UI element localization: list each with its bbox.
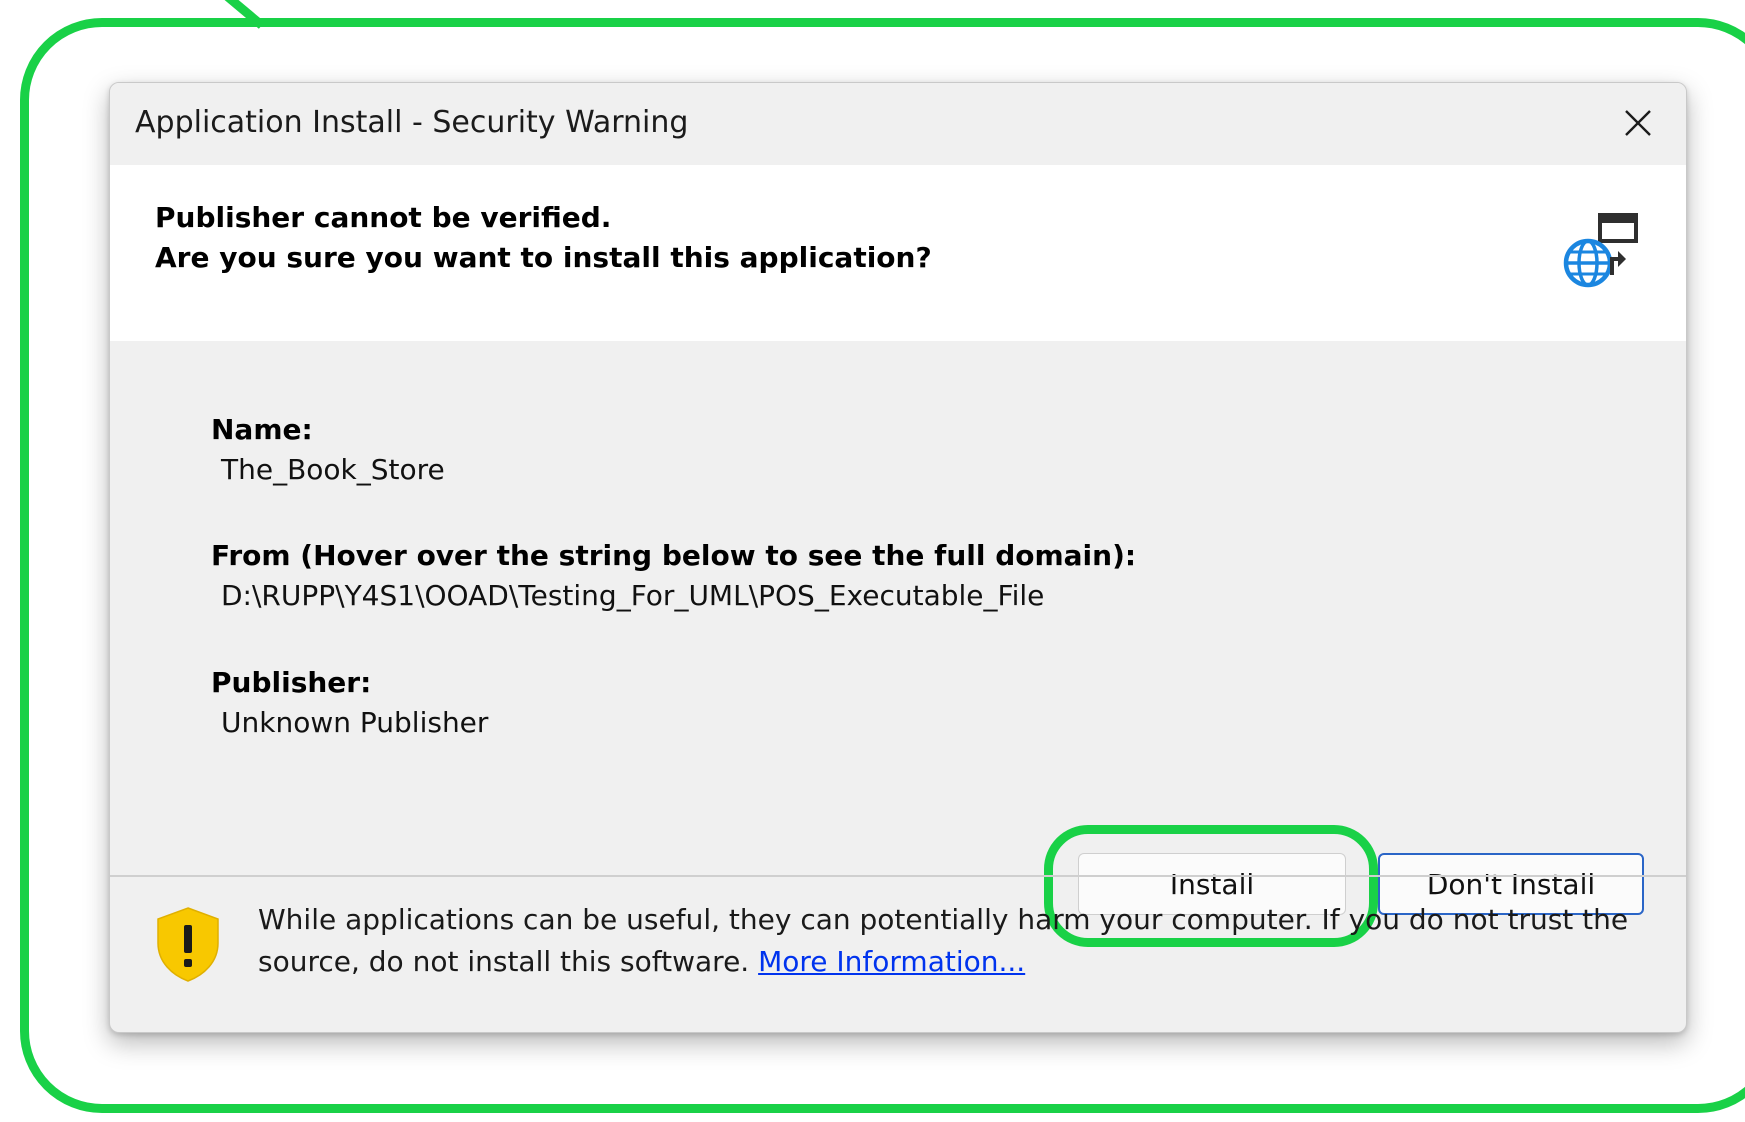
name-label: Name: [211,413,313,446]
warning-headline: Publisher cannot be verified. [155,201,612,234]
security-warning-dialog: Application Install - Security Warning P… [109,82,1687,1033]
from-value[interactable]: D:\RUPP\Y4S1\OOAD\Testing_For_UML\POS_Ex… [221,579,1044,612]
publisher-label: Publisher: [211,666,372,699]
footer-warning: While applications can be useful, they c… [258,899,1648,983]
from-label: From (Hover over the string below to see… [211,539,1137,572]
dialog-title: Application Install - Security Warning [135,105,689,140]
details-panel: Name: The_Book_Store From (Hover over th… [110,341,1686,947]
title-bar[interactable]: Application Install - Security Warning [110,83,1686,165]
close-icon [1625,110,1651,136]
publisher-value: Unknown Publisher [221,706,489,739]
shield-warning-icon [154,905,222,983]
name-value: The_Book_Store [221,453,445,486]
footer-panel: While applications can be useful, they c… [110,877,1686,1032]
install-question: Are you sure you want to install this ap… [155,241,932,274]
more-information-link[interactable]: More Information... [758,945,1025,978]
close-button[interactable] [1608,93,1668,153]
globe-install-icon [1560,209,1644,293]
header-panel: Publisher cannot be verified. Are you su… [110,165,1686,341]
